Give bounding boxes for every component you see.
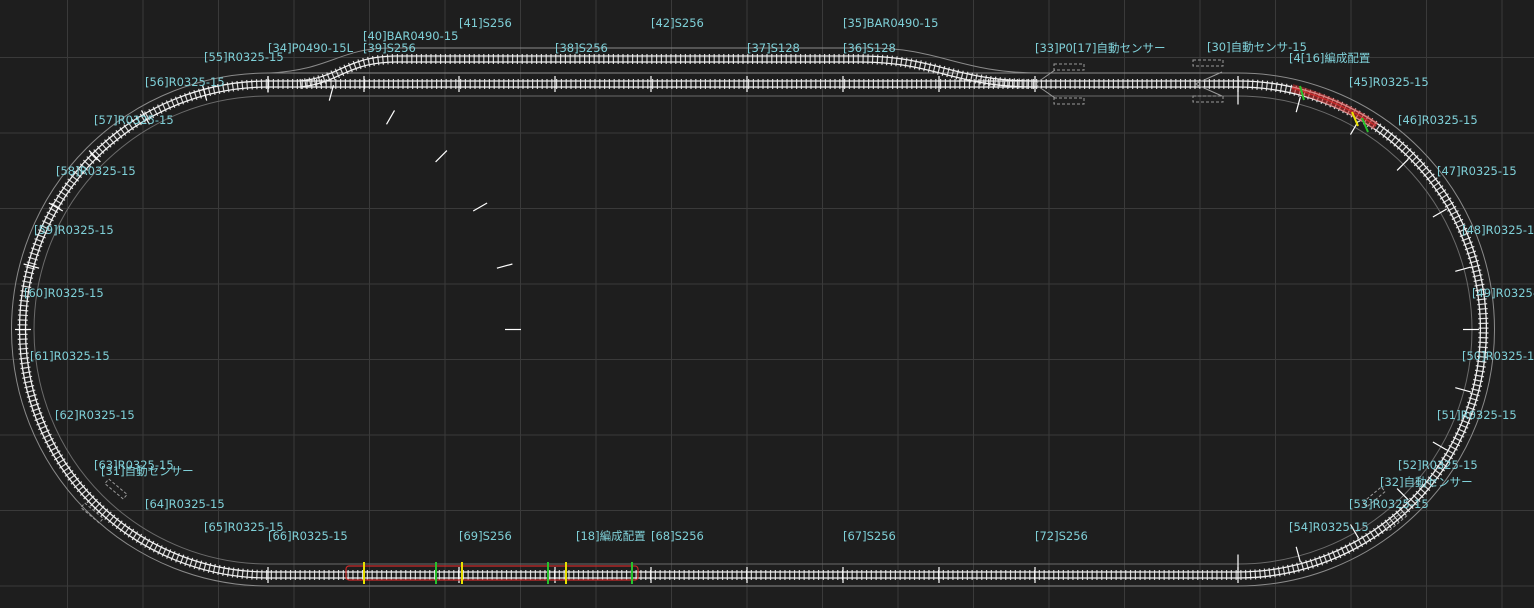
label-59: [59]R0325-15 <box>34 223 114 237</box>
label-58: [58]R0325-15 <box>56 164 136 178</box>
label-52: [52]R0325-15 <box>1398 458 1478 472</box>
label-41: [41]S256 <box>459 16 512 30</box>
label-38: [38]S256 <box>555 41 608 55</box>
label-37: [37]S128 <box>747 41 800 55</box>
label-51: [51]R0325-15 <box>1437 408 1517 422</box>
track-envelope-outer <box>11 72 1495 587</box>
label-66: [66]R0325-15 <box>268 529 348 543</box>
track-envelope-inner <box>33 95 1473 565</box>
label-46: [46]R0325-15 <box>1398 113 1478 127</box>
track-joint <box>1396 158 1409 171</box>
label-45: [45]R0325-15 <box>1349 75 1429 89</box>
label-56: [56]R0325-15 <box>145 75 225 89</box>
label-32: [32]自動センサー <box>1380 475 1473 489</box>
label-49: [49]R0325-15 <box>1472 286 1534 300</box>
track-joint <box>496 263 513 269</box>
label-57: [57]R0325-15 <box>94 113 174 127</box>
label-67: [67]S256 <box>843 529 896 543</box>
label-62: [62]R0325-15 <box>55 408 135 422</box>
label-64: [64]R0325-15 <box>145 497 225 511</box>
label-35: [35]BAR0490-15 <box>843 16 938 30</box>
label-4: [4[16]編成配置 <box>1289 51 1370 65</box>
track-joint <box>1455 387 1471 393</box>
label-60: [60]R0325-15 <box>24 286 104 300</box>
label-55: [55]R0325-15 <box>204 50 284 64</box>
label-33: [33]P0[17]自動センサー <box>1035 41 1165 55</box>
label-47: [47]R0325-15 <box>1437 164 1517 178</box>
main-loop-track <box>17 79 1489 580</box>
sensor-17 <box>1034 63 1085 105</box>
label-72: [72]S256 <box>1035 529 1088 543</box>
formation-16 <box>1290 84 1379 133</box>
label-68: [68]S256 <box>651 529 704 543</box>
track-layout-diagram: [41]S256 [42]S256 [35]BAR0490-15 [40]BAR… <box>0 0 1534 608</box>
track-joint <box>1432 208 1448 218</box>
main-loop-rail-inner <box>24 86 1482 573</box>
label-48: [48]R0325-15 <box>1462 223 1534 237</box>
label-42: [42]S256 <box>651 16 704 30</box>
label-61: [61]R0325-15 <box>30 349 110 363</box>
track-joint <box>472 202 488 212</box>
label-31: [31]自動センサー <box>101 464 194 478</box>
label-36: [36]S128 <box>843 41 896 55</box>
track-joint <box>385 110 396 125</box>
label-18: [18]編成配置 <box>576 529 646 543</box>
label-54: [54]R0325-15 <box>1289 520 1369 534</box>
track-joint <box>1455 266 1471 272</box>
label-39: [39]S256 <box>363 41 416 55</box>
label-53: [53]R0325-15 <box>1349 497 1429 511</box>
label-69: [69]S256 <box>459 529 512 543</box>
track-layout-canvas: [41]S256 [42]S256 [35]BAR0490-15 [40]BAR… <box>0 0 1534 608</box>
main-loop-rail-outer <box>18 80 1488 579</box>
track-joint <box>1295 546 1301 563</box>
label-50: [50]R0325-15 <box>1462 349 1534 363</box>
